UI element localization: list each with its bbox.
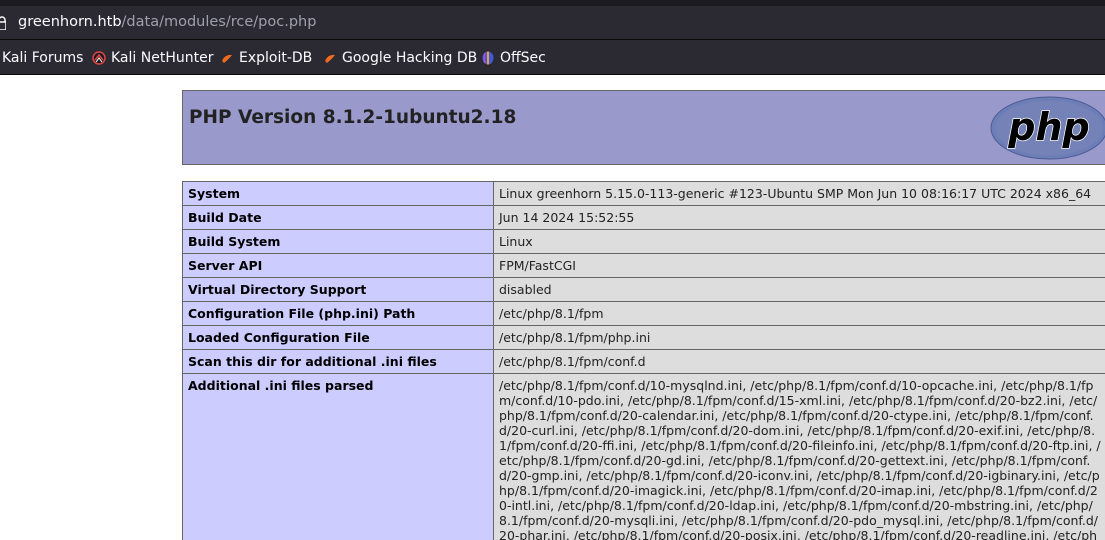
url-path: /data/modules/rce/poc.php [121,14,317,30]
phpinfo-header: PHP Version 8.1.2-1ubuntu2.18 php [182,90,1105,165]
row-key: Build Date [182,205,494,230]
row-value: /etc/php/8.1/fpm/conf.d [493,349,1105,374]
row-key: Configuration File (php.ini) Path [182,301,494,326]
bookmarks-toolbar: Kali Forums Kali NetHunter Exploit-DB Go… [0,40,1105,75]
url-host: greenhorn.htb [18,14,122,30]
table-row: Additional .ini files parsed /etc/php/8.… [182,373,1105,540]
bookmark-label: Exploit-DB [239,50,313,66]
bookmark-google-hacking-db[interactable]: Google Hacking DB [323,50,477,66]
table-row: Configuration File (php.ini) Path /etc/p… [182,301,1105,326]
row-key: Loaded Configuration File [182,325,494,350]
row-key: Build System [182,229,494,254]
table-row: Build System Linux [182,229,1105,254]
row-value: Linux [493,229,1105,254]
table-row: Scan this dir for additional .ini files … [182,349,1105,374]
row-value: Jun 14 2024 15:52:55 [493,205,1105,230]
bookmark-label: OffSec [500,50,546,66]
table-row: Virtual Directory Support disabled [182,277,1105,302]
row-value: /etc/php/8.1/fpm/conf.d/10-mysqlnd.ini, … [493,373,1105,540]
lock-icon[interactable] [0,16,6,30]
offsec-icon [482,51,494,65]
table-row: Loaded Configuration File /etc/php/8.1/f… [182,325,1105,350]
row-key: Virtual Directory Support [182,277,494,302]
row-key: Scan this dir for additional .ini files [182,349,494,374]
row-value: /etc/php/8.1/fpm/php.ini [493,325,1105,350]
row-value: Linux greenhorn 5.15.0-113-generic #123-… [493,181,1105,206]
table-row: Build Date Jun 14 2024 15:52:55 [182,205,1105,230]
url-text[interactable]: greenhorn.htb/data/modules/rce/poc.php [18,14,316,30]
row-value: /etc/php/8.1/fpm [493,301,1105,326]
bookmark-kali-nethunter[interactable]: Kali NetHunter [92,50,213,66]
row-key: Additional .ini files parsed [182,373,494,540]
bookmark-offsec[interactable]: OffSec [481,50,546,66]
bookmark-kali-forums[interactable]: Kali Forums [2,50,83,66]
row-value: disabled [493,277,1105,302]
row-key: Server API [182,253,494,278]
exploit-db-icon [222,54,232,63]
bookmark-label: Google Hacking DB [342,50,478,66]
bookmark-exploit-db[interactable]: Exploit-DB [220,50,312,66]
ghdb-icon [325,54,335,63]
table-row: Server API FPM/FastCGI [182,253,1105,278]
system-info-table: System Linux greenhorn 5.15.0-113-generi… [182,181,1105,540]
nethunter-icon [92,51,106,65]
table-row: System Linux greenhorn 5.15.0-113-generi… [182,181,1105,206]
page-content: PHP Version 8.1.2-1ubuntu2.18 php System… [0,75,1105,540]
bookmark-label: Kali NetHunter [111,50,214,66]
row-key: System [182,181,494,206]
page-title: PHP Version 8.1.2-1ubuntu2.18 [189,107,517,128]
bookmark-label: Kali Forums [2,50,84,66]
php-logo-icon[interactable]: php [989,96,1105,160]
row-value: FPM/FastCGI [493,253,1105,278]
logo-text: php [1007,105,1089,149]
address-bar[interactable]: greenhorn.htb/data/modules/rce/poc.php [0,6,1105,40]
